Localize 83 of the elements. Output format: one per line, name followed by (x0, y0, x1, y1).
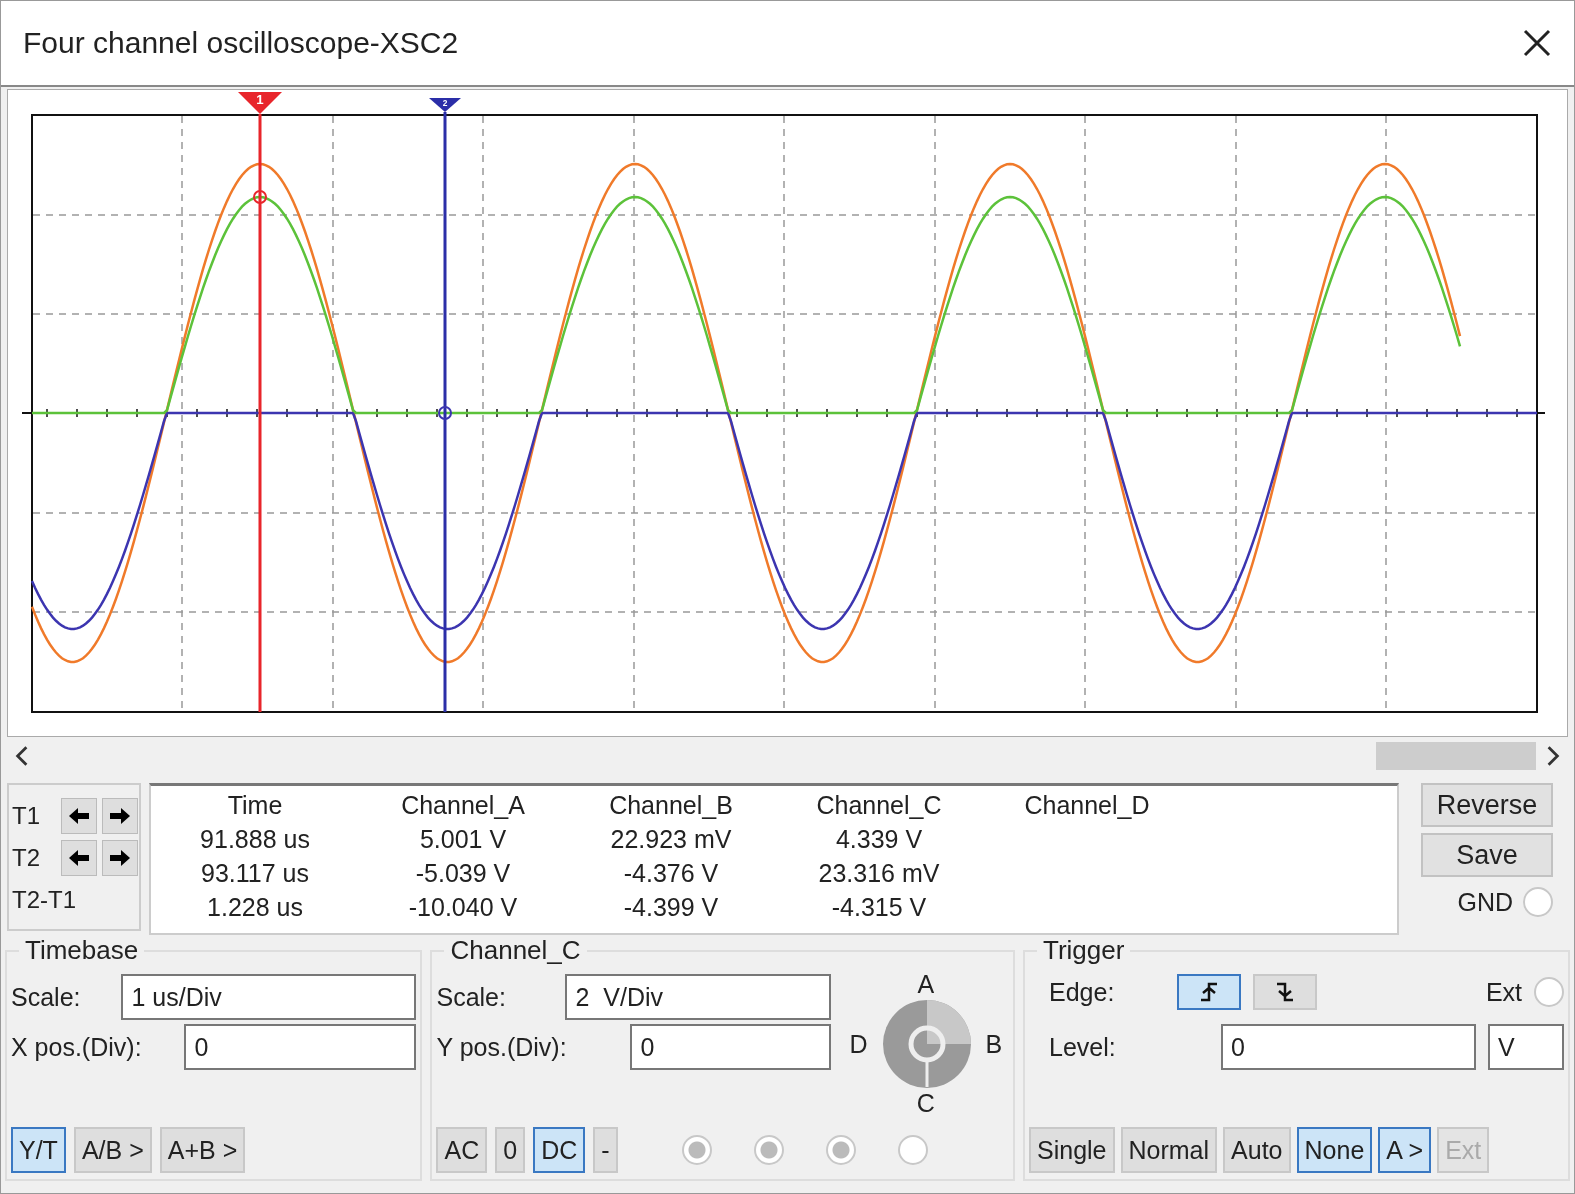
row-label: T1 (12, 802, 41, 830)
right-arrow-icon (108, 848, 132, 868)
table-cell-text: -4.399 V (623, 892, 719, 923)
field-label: Level: (1049, 1032, 1117, 1062)
trigger-mode-button[interactable]: Auto (1223, 1127, 1291, 1173)
table-cell-text: 4.339 V (835, 824, 923, 855)
cursor-line[interactable] (443, 112, 447, 712)
table-cell-text: -4.376 V (623, 858, 719, 889)
table-cell-text: 5.001 V (419, 824, 507, 855)
left-arrow-icon (67, 806, 91, 826)
trigger-mode-button[interactable]: Single (1029, 1127, 1115, 1173)
column-header: Time (227, 790, 283, 821)
edge-button[interactable] (1177, 974, 1241, 1010)
column-header: Channel_B (609, 790, 733, 821)
table-cell-text: 93.117 us (201, 858, 309, 889)
table-cell-text: -4.315 V (831, 892, 927, 923)
table-cell-text: -10.040 V (408, 892, 518, 923)
coupling-button[interactable]: 0 (495, 1127, 526, 1173)
left-arrow-button[interactable] (61, 798, 97, 834)
channel-radio[interactable] (825, 1135, 856, 1165)
cursor-handle[interactable] (429, 98, 461, 112)
knob-label: B (985, 1029, 1003, 1059)
level-field[interactable]: 0 (1221, 1024, 1476, 1070)
knob-label: A (917, 970, 935, 999)
field-label: Scale: (436, 982, 506, 1012)
column-header: Channel_D (1024, 790, 1150, 821)
scale-field[interactable]: 1 us/Div (121, 974, 417, 1020)
mode-button[interactable]: A+B > (159, 1127, 246, 1173)
trigger-mode-button[interactable]: None (1296, 1127, 1373, 1173)
field-label: Y pos.(Div): (436, 1032, 567, 1062)
radio-label: Ext (1485, 977, 1522, 1007)
trigger-mode-button[interactable]: A > (1378, 1127, 1432, 1173)
close-icon[interactable] (1522, 28, 1552, 58)
chevron-left-icon[interactable] (15, 745, 29, 767)
knob-label: D (849, 1029, 868, 1059)
coupling-button[interactable]: DC (533, 1127, 586, 1173)
window-title: Four channel oscilloscope-XSC2 (23, 26, 459, 60)
channel-radio[interactable] (753, 1135, 784, 1165)
table-cell-text: 23.316 mV (818, 858, 940, 889)
group-title: Timebase (24, 935, 140, 966)
table-cell-text: 1.228 us (207, 892, 303, 923)
right-arrow-button[interactable] (102, 798, 138, 834)
field-label: Scale: (11, 982, 81, 1012)
column-header: Channel_C (816, 790, 942, 821)
cursor-number: 1 (256, 92, 264, 108)
gnd-radio[interactable] (1523, 887, 1553, 917)
position-field[interactable]: 0 (630, 1024, 832, 1070)
column-header: Channel_A (401, 790, 525, 821)
field-label: X pos.(Div): (11, 1032, 142, 1062)
channel-radio[interactable] (681, 1135, 712, 1165)
table-cell-text: 91.888 us (200, 824, 310, 855)
left-arrow-button[interactable] (61, 840, 97, 876)
chevron-right-icon[interactable] (1546, 745, 1560, 767)
right-arrow-button[interactable] (102, 840, 138, 876)
coupling-button[interactable]: AC (436, 1127, 488, 1173)
table-cell-text: -5.039 V (415, 858, 511, 889)
cursor-point-icon (438, 406, 452, 420)
action-button[interactable]: Reverse (1421, 783, 1553, 827)
row-label: T2 (12, 844, 41, 872)
cursor-number: 2 (442, 97, 448, 108)
group-title: Channel_C (449, 935, 582, 966)
action-button[interactable]: Save (1421, 833, 1553, 877)
channel-radio[interactable] (897, 1135, 928, 1165)
cursor-point-icon (253, 190, 267, 204)
scroll-thumb[interactable] (1376, 742, 1536, 770)
field-label: Edge: (1049, 977, 1116, 1007)
radio-label: GND (1457, 887, 1513, 917)
left-arrow-icon (67, 848, 91, 868)
knob-label: C (916, 1089, 935, 1118)
group-title: Trigger (1042, 935, 1126, 966)
table-cell-text: 22.923 mV (610, 824, 732, 855)
row-label: T2-T1 (12, 886, 76, 914)
channel-knob[interactable] (881, 999, 972, 1089)
trigger-mode-button[interactable]: Normal (1120, 1127, 1218, 1173)
mode-button[interactable]: A/B > (73, 1127, 152, 1173)
unit-field[interactable]: V (1488, 1024, 1564, 1070)
edge-button[interactable] (1253, 974, 1317, 1010)
scale-field[interactable]: 2 V/Div (565, 974, 832, 1020)
position-field[interactable]: 0 (184, 1024, 417, 1070)
coupling-button[interactable]: - (593, 1127, 618, 1173)
ext-radio[interactable] (1534, 977, 1564, 1007)
mode-button[interactable]: Y/T (11, 1127, 66, 1173)
right-arrow-icon (108, 806, 132, 826)
